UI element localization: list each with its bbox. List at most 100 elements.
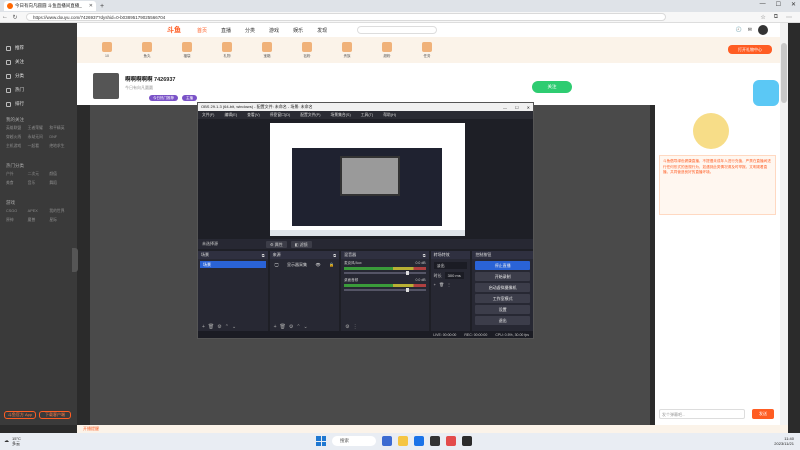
scroll-thumb[interactable] [781,43,787,103]
gift-item[interactable]: 贵族 [327,41,367,59]
category-link[interactable]: 户外 [6,172,28,177]
nav-live[interactable]: 直播 [221,27,231,34]
category-link[interactable]: 魔兽 [28,218,50,223]
category-link[interactable]: 和平精英 [49,126,71,131]
gift-item[interactable]: 任务 [407,41,447,59]
windows-start-icon[interactable] [316,436,326,446]
category-link[interactable]: 一起看 [28,144,50,149]
room-tag[interactable]: 今日热门推荐 [149,95,178,101]
sidebar-item[interactable]: 推荐 [6,41,71,55]
obs-menu-item[interactable]: 场景集合(S) [330,113,350,118]
obs-menu-item[interactable]: 帮助(H) [383,113,396,118]
app-download-button[interactable]: 斗鱼官方 App [4,411,36,419]
add-icon[interactable]: + [434,282,436,287]
category-link[interactable]: 王者荣耀 [28,126,50,131]
category-link[interactable]: 主机游戏 [6,144,28,149]
message-icon[interactable]: ✉ [748,27,752,33]
move-up-icon[interactable]: ⌃ [296,324,300,330]
obs-close-icon[interactable]: ✕ [527,105,530,110]
user-avatar[interactable] [758,25,768,35]
nav-home[interactable]: 首页 [197,27,207,34]
history-icon[interactable]: 🕘 [736,27,742,33]
refresh-icon[interactable]: ↻ [10,14,20,21]
client-download-button[interactable]: 下载客户端 [39,411,71,419]
gift-item[interactable]: 礼物 [207,41,247,59]
obs-menu-item[interactable]: 文件(F) [202,113,214,118]
remove-icon[interactable]: 🗑 [280,324,286,330]
obs-menu-item[interactable]: 查看(V) [247,113,260,118]
category-link[interactable]: 颜值 [49,172,71,177]
sidebar-item[interactable]: 关注 [6,55,71,69]
category-link[interactable]: DNF [49,135,71,140]
dock-undock-icon[interactable]: ⧉ [262,253,265,258]
nav-category[interactable]: 分类 [245,27,255,34]
floating-ad[interactable] [753,80,779,106]
settings-button[interactable]: 设置 [475,305,530,314]
filters-button[interactable]: ◧ 滤镜 [290,240,312,248]
add-icon[interactable]: + [274,324,277,330]
system-tray[interactable]: 11:40 2023/11/21 [774,436,794,446]
source-item[interactable]: 🖵 显示器采集 👁 🔒 [272,261,338,268]
new-tab-icon[interactable]: + [100,3,104,10]
follow-button[interactable]: 关注 [532,81,572,93]
properties-button[interactable]: ⚙ 属性 [266,240,287,248]
gift-item[interactable]: 鱼丸 [127,41,167,59]
sidebar-item[interactable]: 分类 [6,69,71,83]
category-link[interactable]: 穿越火线 [6,135,28,140]
close-window-icon[interactable]: ✕ [791,1,796,8]
stop-streaming-button[interactable]: 停止直播 [475,261,530,270]
minimize-icon[interactable]: — [760,1,766,8]
more-icon[interactable]: ⋮ [353,324,358,330]
douyu-logo[interactable]: 斗鱼 [167,25,181,35]
start-recording-button[interactable]: 开始录制 [475,272,530,281]
app-icon[interactable] [462,436,472,446]
url-field[interactable]: https://www.douyu.com/7426937?dyshid=0-b… [26,13,666,21]
category-link[interactable]: 我的世界 [49,209,71,214]
category-link[interactable]: 星际 [49,218,71,223]
close-tab-icon[interactable]: ✕ [89,3,93,9]
search-input[interactable] [357,26,438,34]
virtual-camera-button[interactable]: 启动虚拟摄像机 [475,283,530,292]
obs-menu-item[interactable]: 配置文件(P) [300,113,320,118]
obs-maximize-icon[interactable]: ☐ [515,105,519,110]
edge-browser-icon[interactable] [414,436,424,446]
scene-item[interactable]: 场景 [200,261,266,268]
move-down-icon[interactable]: ⌄ [232,324,236,330]
nav-game[interactable]: 游戏 [269,27,279,34]
gift-item[interactable]: 钻粉 [287,41,327,59]
gift-item[interactable]: 福袋 [167,41,207,59]
obs-menu-item[interactable]: 工具(T) [361,113,373,118]
app-icon[interactable] [446,436,456,446]
gift-item[interactable]: 10 [87,42,127,58]
more-icon[interactable]: ⋮ [447,282,451,287]
obs-menu-item[interactable]: 停靠窗口(D) [270,113,290,118]
settings-icon[interactable]: ⚙ [289,324,293,330]
duration-field[interactable]: 300 ms [444,272,464,279]
sidebar-collapse-handle[interactable] [72,248,78,272]
category-link[interactable]: 原神 [6,218,28,223]
category-link[interactable]: 美食 [6,181,28,186]
remove-icon[interactable]: 🗑 [439,282,444,287]
exit-button[interactable]: 退出 [475,316,530,325]
category-link[interactable]: 二次元 [28,172,50,177]
favorite-icon[interactable]: ☆ [760,14,765,21]
obs-app-icon[interactable] [430,436,440,446]
page-scrollbar[interactable] [780,23,788,425]
weather-widget[interactable]: ☁ 15°C 多云 [4,436,21,446]
transition-select[interactable]: 淡出 [433,262,468,269]
remove-icon[interactable]: 🗑 [208,324,214,330]
visibility-icon[interactable]: 👁 [316,261,321,268]
room-tag[interactable]: 主播 [182,95,197,101]
category-link[interactable]: 舞蹈 [49,181,71,186]
advanced-audio-icon[interactable]: ⚙ [345,324,349,330]
back-icon[interactable]: ← [0,14,10,20]
taskbar-search[interactable]: 搜索 [332,436,376,446]
send-button[interactable]: 发送 [752,409,774,419]
file-explorer-icon[interactable] [398,436,408,446]
filter-icon[interactable]: ⚙ [217,324,221,330]
category-link[interactable]: APEX [28,209,50,214]
browser-tab[interactable]: 今日有向凡圆圆 斗鱼直播间直播_ ✕ [4,1,96,11]
gift-center-button[interactable]: 打开礼物中心 [728,45,772,54]
obs-minimize-icon[interactable]: — [503,105,507,110]
sidebar-item[interactable]: 排行 [6,97,71,111]
